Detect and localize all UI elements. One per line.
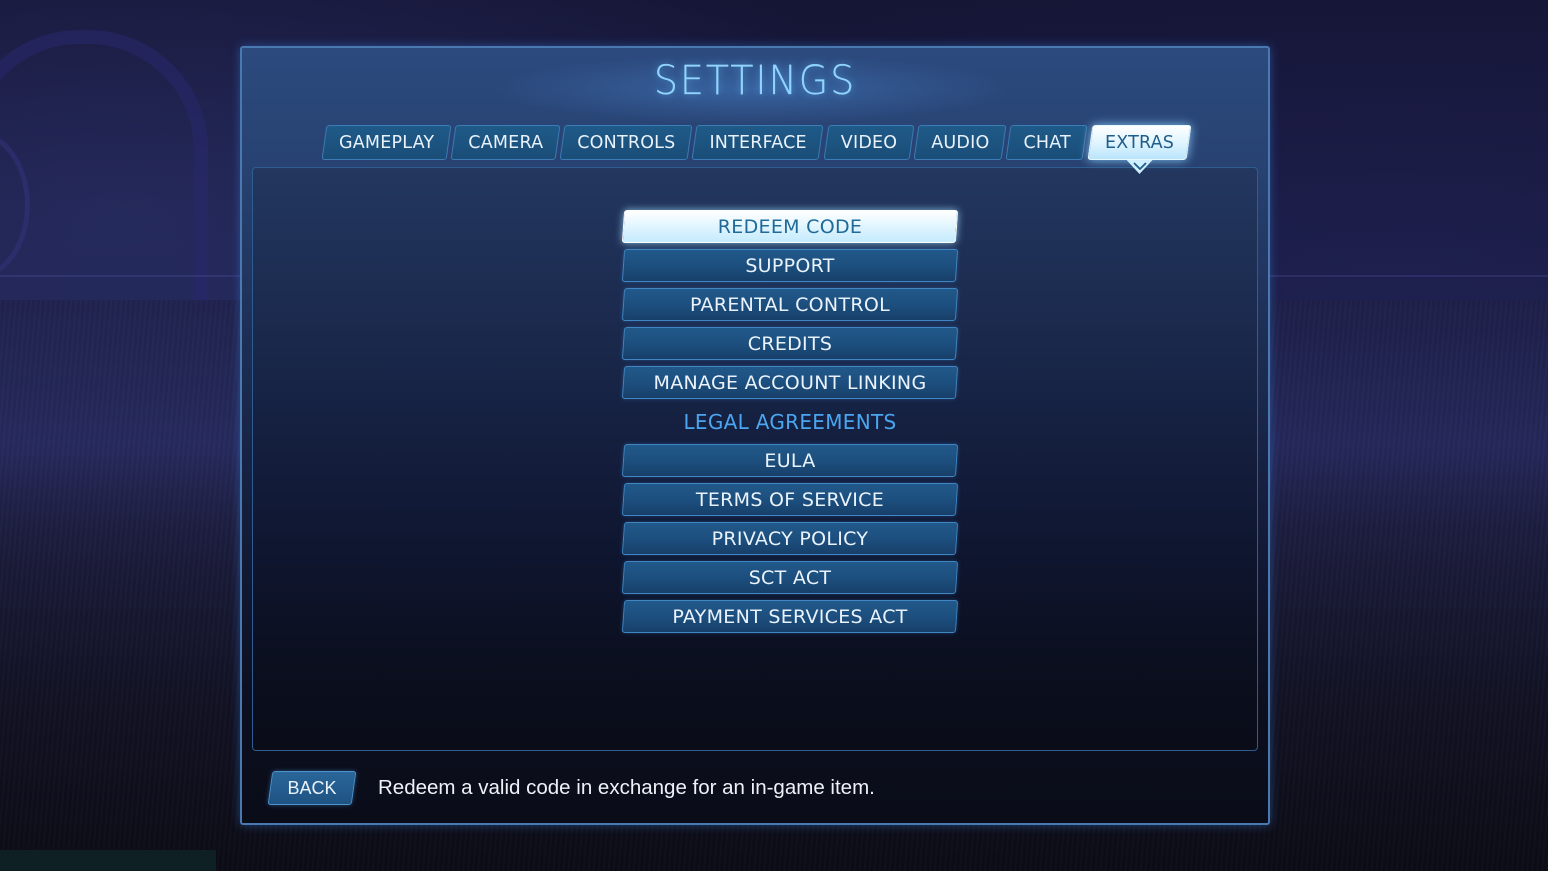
tab-label: GAMEPLAY <box>339 132 435 153</box>
tab-controls[interactable]: CONTROLS <box>562 125 690 160</box>
tab-chat[interactable]: CHAT <box>1008 125 1085 160</box>
tab-label: CHAT <box>1023 132 1071 153</box>
button-label: MANAGE ACCOUNT LINKING <box>653 371 927 394</box>
button-label: CREDITS <box>747 332 833 355</box>
page-title: SETTINGS <box>653 58 857 104</box>
tab-camera[interactable]: CAMERA <box>453 125 558 160</box>
tab-label: CAMERA <box>468 132 544 153</box>
tab-label: EXTRAS <box>1104 132 1175 153</box>
tab-gameplay[interactable]: GAMEPLAY <box>324 125 449 160</box>
button-label: REDEEM CODE <box>717 215 863 238</box>
tab-label: VIDEO <box>840 132 898 153</box>
button-label: PRIVACY POLICY <box>711 527 869 550</box>
background-arena-arch <box>0 30 208 304</box>
tab-extras[interactable]: EXTRAS <box>1090 125 1189 174</box>
button-label: SCT ACT <box>748 566 832 589</box>
sct-act-button[interactable]: SCT ACT <box>623 561 957 594</box>
tab-audio[interactable]: AUDIO <box>916 125 1004 160</box>
background-corner-panel <box>0 850 216 871</box>
support-button[interactable]: SUPPORT <box>623 249 957 282</box>
redeem-code-button[interactable]: REDEEM CODE <box>623 210 957 243</box>
parental-control-button[interactable]: PARENTAL CONTROL <box>623 288 957 321</box>
button-label: TERMS OF SERVICE <box>695 488 885 511</box>
item-description: Redeem a valid code in exchange for an i… <box>378 776 875 799</box>
chevron-down-icon <box>1132 162 1147 170</box>
tab-interface[interactable]: INTERFACE <box>694 125 821 160</box>
tab-video[interactable]: VIDEO <box>826 125 912 160</box>
settings-window: SETTINGS GAMEPLAY CAMERA CONTROLS INTERF… <box>240 46 1270 825</box>
button-label: PARENTAL CONTROL <box>690 293 890 316</box>
button-label: PAYMENT SERVICES ACT <box>672 605 908 628</box>
payment-services-act-button[interactable]: PAYMENT SERVICES ACT <box>623 600 957 633</box>
button-label: BACK <box>287 777 337 798</box>
terms-of-service-button[interactable]: TERMS OF SERVICE <box>623 483 957 516</box>
manage-account-linking-button[interactable]: MANAGE ACCOUNT LINKING <box>623 366 957 399</box>
credits-button[interactable]: CREDITS <box>623 327 957 360</box>
back-button[interactable]: BACK <box>270 771 354 805</box>
privacy-policy-button[interactable]: PRIVACY POLICY <box>623 522 957 555</box>
button-label: EULA <box>764 449 816 472</box>
tab-label: CONTROLS <box>577 132 676 153</box>
eula-button[interactable]: EULA <box>623 444 957 477</box>
button-label: SUPPORT <box>745 254 835 277</box>
settings-tabs: GAMEPLAY CAMERA CONTROLS INTERFACE VIDEO… <box>324 125 1189 174</box>
extras-panel: REDEEM CODE SUPPORT PARENTAL CONTROL CRE… <box>252 167 1258 751</box>
tab-label: INTERFACE <box>709 132 807 153</box>
extras-menu: REDEEM CODE SUPPORT PARENTAL CONTROL CRE… <box>621 210 961 639</box>
legal-agreements-heading: LEGAL AGREEMENTS <box>683 409 897 434</box>
tab-label: AUDIO <box>931 132 990 153</box>
